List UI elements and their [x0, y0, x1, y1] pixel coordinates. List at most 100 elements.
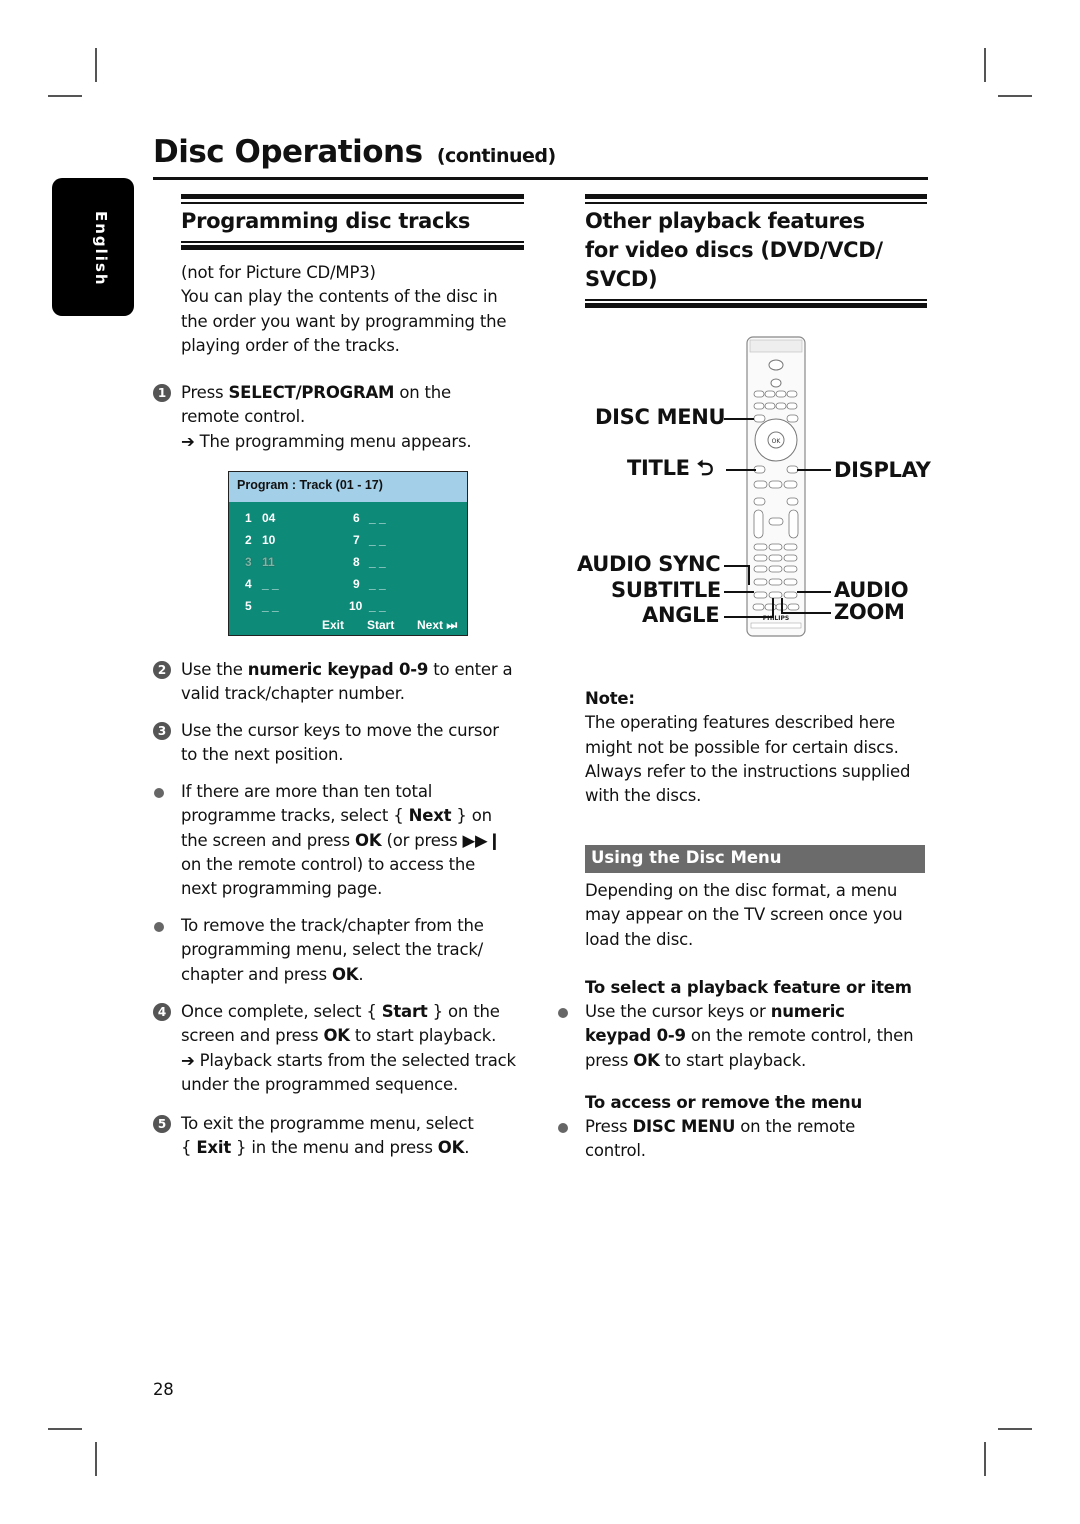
leader-line — [724, 418, 754, 420]
note-line: The operating features described here — [585, 713, 895, 733]
text-run: Once complete, select { — [181, 1002, 382, 1021]
page-title: Disc Operations (continued) — [153, 134, 556, 170]
text-run: To remove the track/chapter from the — [181, 916, 484, 935]
program-start-option[interactable]: Start — [367, 618, 394, 632]
crop-mark — [998, 1428, 1032, 1430]
page-title-text: Disc Operations — [153, 134, 423, 170]
remote-label-angle: ANGLE — [642, 603, 720, 627]
text-run: . — [464, 1138, 470, 1158]
note-line: with the discs. — [585, 786, 702, 806]
emphasis-text: OK — [355, 830, 382, 850]
note-block: Note: The operating features described h… — [585, 687, 930, 808]
step-number-badge: 3 — [153, 722, 171, 740]
crop-mark — [48, 95, 82, 97]
program-slot-value[interactable]: 04 — [262, 511, 275, 525]
program-next-option[interactable]: Next ⏭ — [417, 618, 457, 633]
heading-rule-bottom — [181, 245, 524, 250]
subheading-select-feature: To select a playback feature or item — [585, 978, 912, 997]
program-slot-value[interactable]: _ _ — [369, 599, 386, 613]
arrow-icon: ➔ — [181, 431, 200, 451]
step-text: Once complete, select { Start } on the sc… — [181, 1000, 516, 1097]
text-run: To exit the programme menu, select — [181, 1114, 474, 1133]
remote-label-title: TITLE ⮌ — [627, 456, 714, 480]
leader-line — [797, 469, 831, 471]
program-slot-value[interactable]: _ _ — [262, 599, 279, 613]
text-line: Use the cursor keys to move the cursor — [181, 719, 499, 743]
program-slot-value[interactable]: _ _ — [369, 577, 386, 591]
intro-line: (not for Picture CD/MP3) — [181, 263, 376, 282]
program-menu-header: Program : Track (01 - 17) — [229, 472, 467, 502]
crop-mark — [95, 48, 97, 82]
program-slot-value[interactable]: _ _ — [262, 577, 279, 591]
program-slot-value[interactable]: 10 — [262, 533, 275, 547]
text-run: programme tracks, select { — [181, 806, 409, 826]
result-line: ➔ The programming menu appears. — [181, 430, 472, 454]
text-run: next programming page. — [181, 879, 383, 899]
intro-line: the order you want by programming the — [181, 311, 507, 331]
arrow-icon: ➔ — [181, 1050, 200, 1070]
text-run: the screen and press — [181, 830, 355, 850]
language-tab: English — [52, 178, 134, 316]
emphasis-text: DISC MENU — [632, 1117, 736, 1136]
program-slot-number: 6 — [353, 511, 360, 525]
emphasis-text: Exit — [196, 1138, 232, 1158]
text-run: Use the cursor keys to move the cursor — [181, 721, 499, 740]
heading-line: Other playback features — [585, 209, 865, 233]
step-text: To exit the programme menu, select { Exit… — [181, 1112, 474, 1161]
heading-rule-bottom-thin — [585, 299, 927, 301]
crop-mark — [48, 1428, 82, 1430]
text-line: programme tracks, select { Next } on — [181, 804, 541, 828]
note-label: Note: — [585, 689, 635, 708]
step-number-badge: 2 — [153, 661, 171, 679]
step-number-badge: 4 — [153, 1003, 171, 1021]
text-line: chapter and press OK. — [181, 963, 541, 987]
step-number-badge: 1 — [153, 384, 171, 402]
text-line: remote control. — [181, 405, 471, 429]
text-run: to start playback. — [659, 1050, 807, 1070]
text-line: valid track/chapter number. — [181, 682, 512, 706]
text-run: to the next position. — [181, 745, 344, 765]
text-run: remote control. — [181, 407, 306, 427]
program-slot-value[interactable]: _ _ — [369, 555, 386, 569]
svg-text:OK: OK — [772, 438, 782, 445]
section-heading-programming: Programming disc tracks — [181, 209, 471, 233]
bullet-item: If there are more than ten total programm… — [181, 780, 541, 901]
text-line: screen and press OK to start playback. — [181, 1024, 516, 1048]
note-line: might not be possible for certain discs. — [585, 737, 899, 757]
text-run: to start playback. — [349, 1026, 497, 1046]
emphasis-text: numeric keypad 0-9 — [247, 660, 429, 679]
note-line: Always refer to the instructions supplie… — [585, 761, 911, 781]
text-run: } in the menu and press — [231, 1138, 438, 1158]
text-run: valid track/chapter number. — [181, 684, 405, 704]
text-line: Once complete, select { Start } on the — [181, 1000, 516, 1024]
text-run: { — [181, 1138, 197, 1158]
program-slot-value[interactable]: _ _ — [369, 533, 386, 547]
text-run: (or press ▶▶❙ — [381, 830, 502, 850]
result-text: Playback starts from the selected track — [199, 1050, 516, 1070]
leader-line — [724, 565, 750, 567]
text-run: screen and press — [181, 1026, 324, 1046]
text-line: To exit the programme menu, select — [181, 1112, 474, 1136]
leader-line — [772, 598, 774, 618]
text-run: on the — [394, 383, 452, 402]
program-exit-option[interactable]: Exit — [322, 618, 344, 632]
description-line: may appear on the TV screen once you — [585, 905, 903, 925]
text-run: on the remote control, then — [685, 1026, 914, 1046]
leader-line — [797, 591, 831, 593]
program-slot-number: 3 — [245, 555, 252, 569]
text-run: on the remote — [735, 1117, 856, 1136]
result-text: under the programmed sequence. — [181, 1074, 459, 1094]
heading-rule-top-thin — [181, 202, 524, 204]
text-run: chapter and press — [181, 964, 332, 984]
remote-label-audio: AUDIO — [834, 578, 909, 602]
program-slot-value[interactable]: _ _ — [369, 511, 386, 525]
program-slot-value[interactable]: 11 — [262, 555, 275, 569]
result-text: The programming menu appears. — [199, 431, 472, 451]
text-line: keypad 0-9 on the remote control, then — [585, 1024, 945, 1048]
section-heading-other-features: Other playback features for video discs … — [585, 207, 883, 294]
step-text: Use the cursor keys to move the cursor to… — [181, 719, 499, 768]
page-title-suffix: (continued) — [436, 145, 556, 167]
bullet-item: Press DISC MENU on the remote control. — [585, 1115, 945, 1164]
leader-line — [724, 591, 754, 593]
description-line: load the disc. — [585, 929, 694, 949]
